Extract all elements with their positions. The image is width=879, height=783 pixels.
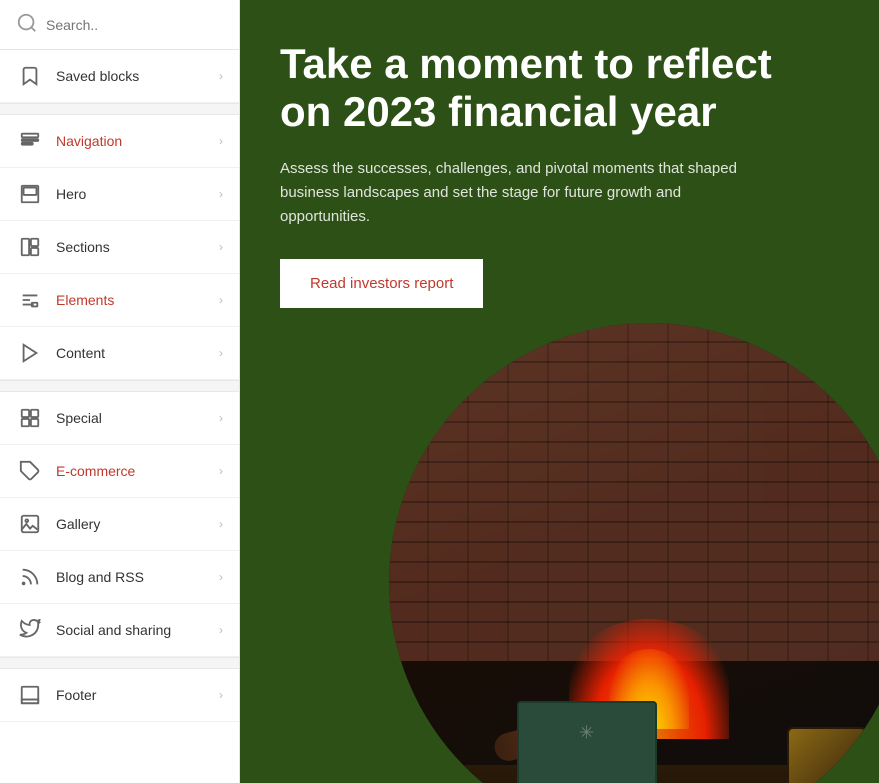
chevron-right-icon: › xyxy=(219,293,223,307)
footer-icon xyxy=(16,681,44,709)
laptop-logo: ✳ xyxy=(579,723,594,744)
sidebar-item-ecommerce[interactable]: E-commerce › xyxy=(0,445,239,498)
steam-1 xyxy=(844,323,847,344)
chevron-right-icon: › xyxy=(219,134,223,148)
mug-handle xyxy=(865,749,879,783)
sidebar-item-label: Elements xyxy=(56,292,207,308)
sidebar-item-label: Blog and RSS xyxy=(56,569,207,585)
sidebar-item-hero[interactable]: Hero › xyxy=(0,168,239,221)
sidebar-item-footer[interactable]: Footer › xyxy=(0,669,239,722)
chevron-right-icon: › xyxy=(219,570,223,584)
chevron-right-icon: › xyxy=(219,517,223,531)
ecommerce-icon xyxy=(16,457,44,485)
chevron-right-icon: › xyxy=(219,187,223,201)
search-bar[interactable] xyxy=(0,0,239,50)
search-input[interactable] xyxy=(46,17,223,33)
sidebar-item-special[interactable]: Special › xyxy=(0,392,239,445)
main-content: Take a moment to reflect on 2023 financi… xyxy=(240,0,879,783)
sidebar-item-label: E-commerce xyxy=(56,463,207,479)
fireplace-background: ✳ xyxy=(389,323,879,783)
hero-title: Take a moment to reflect on 2023 financi… xyxy=(280,40,780,137)
laptop-screen: ✳ xyxy=(517,701,657,783)
sidebar-item-label: Special xyxy=(56,410,207,426)
sidebar-item-label: Navigation xyxy=(56,133,207,149)
sections-icon xyxy=(16,233,44,261)
hero-image: ✳ xyxy=(389,323,879,783)
sidebar-divider-1 xyxy=(0,103,239,115)
elements-icon xyxy=(16,286,44,314)
blog-icon xyxy=(16,563,44,591)
steam-2 xyxy=(818,323,821,328)
chevron-right-icon: › xyxy=(219,688,223,702)
sidebar-item-label: Content xyxy=(56,345,207,361)
gallery-icon xyxy=(16,510,44,538)
brick-wall xyxy=(389,323,879,661)
sidebar: Saved blocks › Navigation › Hero › xyxy=(0,0,240,783)
sidebar-item-label: Footer xyxy=(56,687,207,703)
sidebar-item-blog-rss[interactable]: Blog and RSS › xyxy=(0,551,239,604)
sidebar-item-gallery[interactable]: Gallery › xyxy=(0,498,239,551)
sidebar-item-sections[interactable]: Sections › xyxy=(0,221,239,274)
chevron-right-icon: › xyxy=(219,411,223,425)
chevron-right-icon: › xyxy=(219,346,223,360)
sidebar-item-label: Gallery xyxy=(56,516,207,532)
sidebar-item-label: Sections xyxy=(56,239,207,255)
bookmark-icon xyxy=(16,62,44,90)
sidebar-divider-2 xyxy=(0,380,239,392)
hero-icon xyxy=(16,180,44,208)
sidebar-item-navigation[interactable]: Navigation › xyxy=(0,115,239,168)
sidebar-item-label: Hero xyxy=(56,186,207,202)
hero-description: Assess the successes, challenges, and pi… xyxy=(280,157,760,229)
sidebar-item-content[interactable]: Content › xyxy=(0,327,239,380)
sidebar-item-saved-blocks[interactable]: Saved blocks › xyxy=(0,50,239,103)
sidebar-divider-3 xyxy=(0,657,239,669)
content-icon xyxy=(16,339,44,367)
sidebar-item-social[interactable]: Social and sharing › xyxy=(0,604,239,657)
sidebar-item-label: Saved blocks xyxy=(56,68,207,84)
sidebar-item-label: Social and sharing xyxy=(56,622,207,638)
chevron-right-icon: › xyxy=(219,69,223,83)
social-icon xyxy=(16,616,44,644)
chevron-right-icon: › xyxy=(219,623,223,637)
special-icon xyxy=(16,404,44,432)
search-icon xyxy=(16,12,38,37)
chevron-right-icon: › xyxy=(219,240,223,254)
sidebar-item-elements[interactable]: Elements › xyxy=(0,274,239,327)
chevron-right-icon: › xyxy=(219,464,223,478)
cta-button[interactable]: Read investors report xyxy=(280,259,483,308)
mug xyxy=(787,727,867,783)
navigation-icon xyxy=(16,127,44,155)
